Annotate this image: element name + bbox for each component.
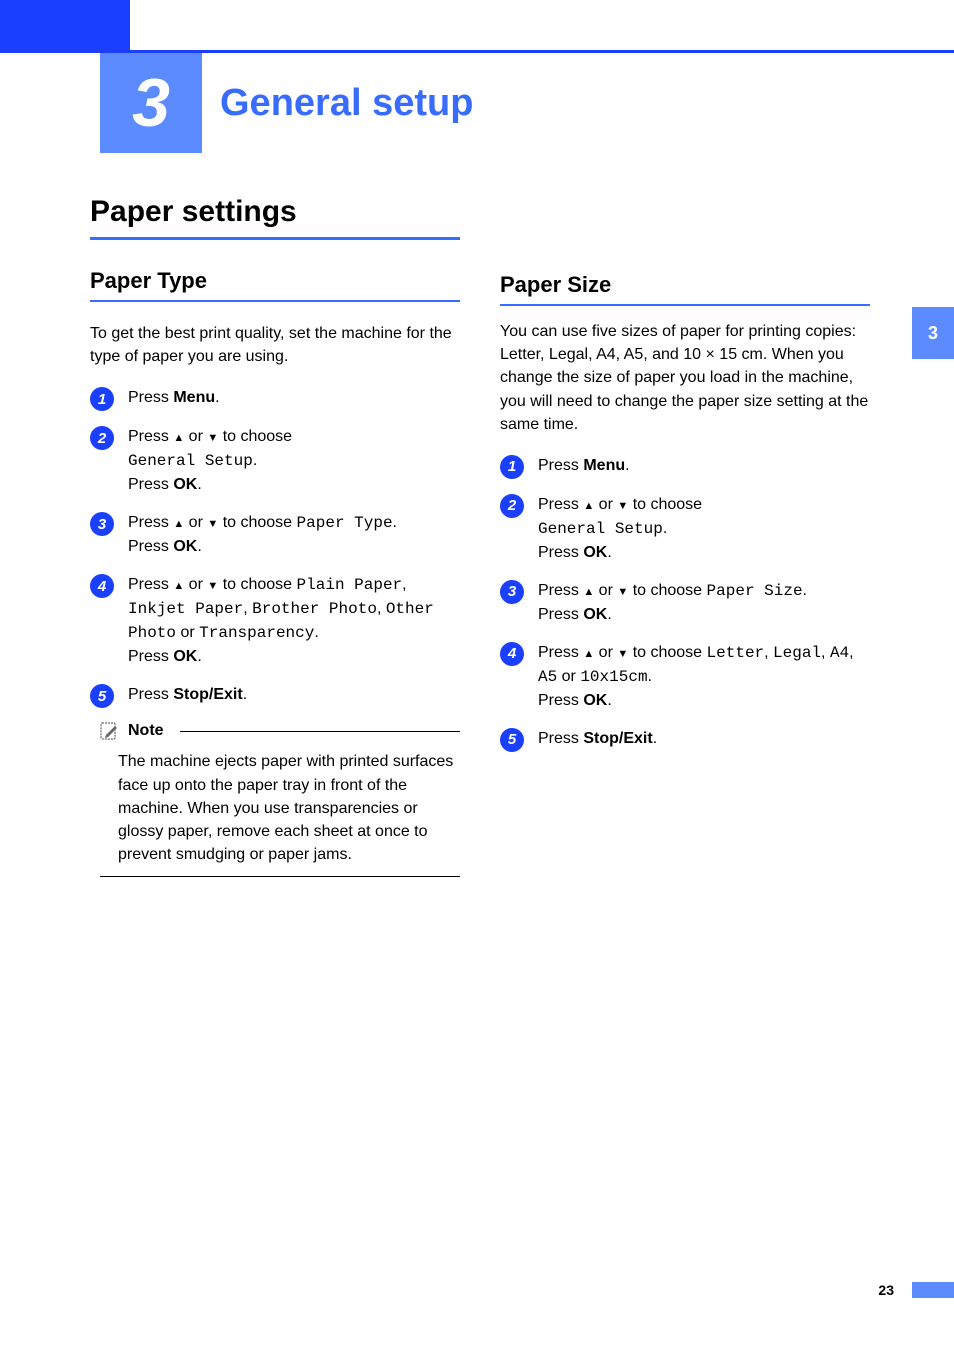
content-area: Paper settings Paper Type To get the bes… <box>90 195 870 877</box>
arrow-down-icon <box>207 428 218 445</box>
step-5: 5 Press Stop/Exit. <box>500 727 870 752</box>
step-number-icon: 5 <box>90 684 114 708</box>
step-number-icon: 5 <box>500 728 524 752</box>
header-accent-block <box>0 0 130 50</box>
step-text: Press Stop/Exit. <box>128 683 247 707</box>
arrow-down-icon <box>617 644 628 661</box>
page-number: 23 <box>878 1282 894 1298</box>
step-text: Press or to choose General Setup. Press … <box>538 493 702 565</box>
step-number-icon: 1 <box>90 387 114 411</box>
note-title: Note <box>128 722 164 740</box>
side-chapter-tab: 3 <box>912 307 954 359</box>
paper-type-intro: To get the best print quality, set the m… <box>90 322 460 368</box>
step-text: Press Menu. <box>538 454 630 478</box>
chapter-number: 3 <box>132 64 170 142</box>
step-1: 1 Press Menu. <box>500 454 870 479</box>
step-1: 1 Press Menu. <box>90 386 460 411</box>
step-4: 4 Press or to choose Letter, Legal, A4, … <box>500 641 870 713</box>
side-tab-number: 3 <box>928 323 938 344</box>
paper-size-intro: You can use five sizes of paper for prin… <box>500 320 870 436</box>
step-4: 4 Press or to choose Plain Paper, Inkjet… <box>90 573 460 669</box>
arrow-up-icon <box>583 496 594 513</box>
step-number-icon: 3 <box>90 512 114 536</box>
step-3: 3 Press or to choose Paper Type. Press O… <box>90 511 460 559</box>
note-body: The machine ejects paper with printed su… <box>100 746 460 877</box>
step-3: 3 Press or to choose Paper Size. Press O… <box>500 579 870 627</box>
chapter-number-box: 3 <box>100 53 202 153</box>
paper-size-steps: 1 Press Menu. 2 Press or to choose Gener… <box>500 454 870 752</box>
step-number-icon: 2 <box>90 426 114 450</box>
arrow-up-icon <box>173 576 184 593</box>
subsection-heading-paper-type: Paper Type <box>90 268 460 302</box>
chapter-title: General setup <box>220 82 473 125</box>
arrow-down-icon <box>207 514 218 531</box>
paper-type-steps: 1 Press Menu. 2 Press or to choose Gener… <box>90 386 460 708</box>
step-text: Press or to choose Paper Type. Press OK. <box>128 511 397 559</box>
step-text: Press or to choose Letter, Legal, A4, A5… <box>538 641 870 713</box>
note-rule <box>180 731 460 732</box>
step-5: 5 Press Stop/Exit. <box>90 683 460 708</box>
left-column: Paper settings Paper Type To get the bes… <box>90 195 460 877</box>
step-number-icon: 4 <box>500 642 524 666</box>
step-text: Press or to choose General Setup. Press … <box>128 425 292 497</box>
arrow-up-icon <box>583 582 594 599</box>
arrow-down-icon <box>207 576 218 593</box>
section-heading-paper-settings: Paper settings <box>90 195 460 240</box>
step-text: Press or to choose Paper Size. Press OK. <box>538 579 807 627</box>
arrow-up-icon <box>173 428 184 445</box>
note-block: Note The machine ejects paper with print… <box>100 722 460 877</box>
right-column: Paper Size You can use five sizes of pap… <box>500 195 870 877</box>
note-pencil-icon <box>100 722 120 740</box>
step-text: Press or to choose Plain Paper, Inkjet P… <box>128 573 460 669</box>
step-2: 2 Press or to choose General Setup. Pres… <box>500 493 870 565</box>
step-2: 2 Press or to choose General Setup. Pres… <box>90 425 460 497</box>
step-text: Press Menu. <box>128 386 220 410</box>
heading-spacer <box>500 195 870 244</box>
step-number-icon: 1 <box>500 455 524 479</box>
arrow-up-icon <box>583 644 594 661</box>
page-number-accent <box>912 1282 954 1298</box>
step-number-icon: 3 <box>500 580 524 604</box>
step-number-icon: 4 <box>90 574 114 598</box>
arrow-up-icon <box>173 514 184 531</box>
note-header: Note <box>100 722 460 740</box>
arrow-down-icon <box>617 496 628 513</box>
arrow-down-icon <box>617 582 628 599</box>
subsection-heading-paper-size: Paper Size <box>500 272 870 306</box>
step-number-icon: 2 <box>500 494 524 518</box>
step-text: Press Stop/Exit. <box>538 727 657 751</box>
